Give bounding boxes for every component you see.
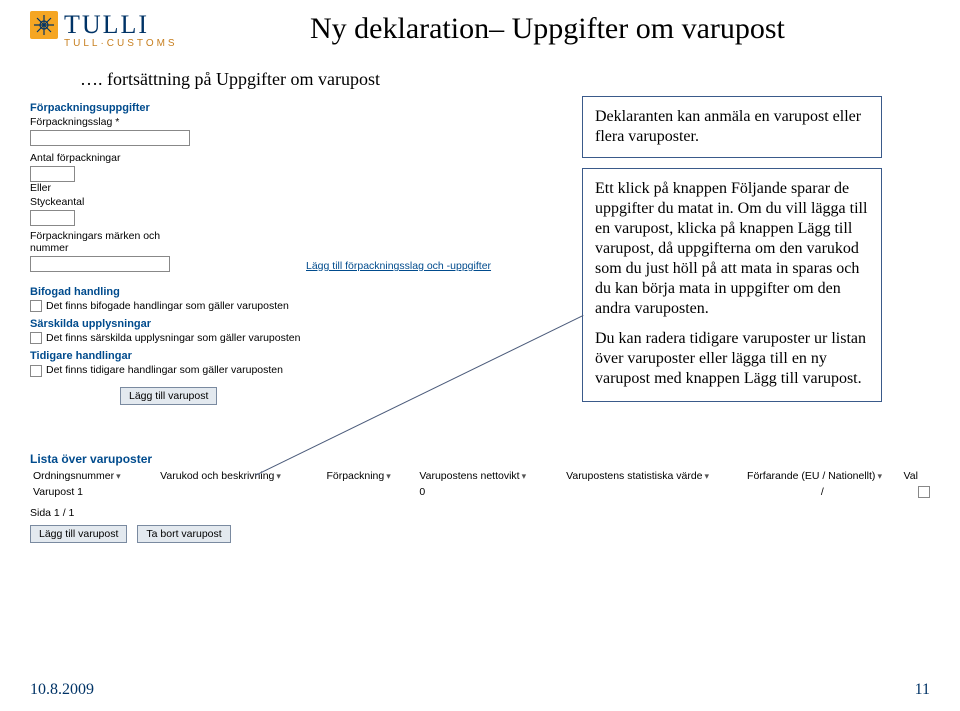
- info-column: Deklaranten kan anmäla en varupost eller…: [582, 96, 882, 412]
- page-indicator: Sida 1 / 1: [30, 507, 74, 519]
- check-bifogad-label: Det finns bifogade handlingar som gäller…: [46, 300, 289, 312]
- cell-forp: [323, 486, 416, 501]
- input-stycke[interactable]: [30, 210, 75, 226]
- cell-netto: 0: [416, 486, 563, 501]
- input-forpackslag[interactable]: [30, 130, 190, 146]
- table-row: Varupost 1 0 /: [30, 486, 930, 501]
- input-marken[interactable]: [30, 256, 170, 272]
- info-box-1: Deklaranten kan anmäla en varupost eller…: [582, 96, 882, 158]
- chevron-down-icon: ▾: [705, 471, 710, 482]
- input-antal[interactable]: [30, 166, 75, 182]
- chevron-down-icon: ▾: [276, 471, 281, 482]
- add-varupost-button[interactable]: Lägg till varupost: [120, 387, 217, 405]
- label-marken: Förpackningars märken och nummer: [30, 230, 180, 254]
- col-stat[interactable]: Varupostens statistiska värde▾: [563, 470, 744, 482]
- chevron-down-icon: ▾: [877, 471, 882, 482]
- label-forpackslag: Förpackningsslag *: [30, 116, 570, 128]
- list-add-button[interactable]: Lägg till varupost: [30, 525, 127, 543]
- col-forp[interactable]: Förpackning▾: [323, 470, 416, 482]
- col-varukod[interactable]: Varukod och beskrivning▾: [157, 470, 323, 482]
- info-box-2-p2: Du kan radera tidigare varuposter ur lis…: [595, 330, 866, 387]
- chevron-down-icon: ▾: [116, 471, 121, 482]
- list-remove-button[interactable]: Ta bort varupost: [137, 525, 230, 543]
- checkbox-sarskilda[interactable]: [30, 332, 42, 344]
- logo-subtitle: TULL·CUSTOMS: [64, 38, 200, 49]
- col-forf[interactable]: Förfarande (EU / Nationellt)▾: [744, 470, 900, 482]
- checkbox-select-row[interactable]: [918, 486, 930, 498]
- section-sarskilda: Särskilda upplysningar: [30, 318, 570, 330]
- check-sarskilda-label: Det finns särskilda upplysningar som gäl…: [46, 332, 300, 344]
- info-box-2: Ett klick på knappen Följande sparar de …: [582, 168, 882, 402]
- continuation-text: …. fortsättning på Uppgifter om varupost: [80, 69, 930, 90]
- check-tidigare-label: Det finns tidigare handlingar som gäller…: [46, 364, 283, 376]
- chevron-down-icon: ▾: [386, 471, 391, 482]
- logo-icon: [30, 11, 58, 39]
- footer-date: 10.8.2009: [30, 681, 94, 699]
- list-title: Lista över varuposter: [30, 452, 930, 466]
- checkbox-tidigare[interactable]: [30, 365, 42, 377]
- cell-ord: Varupost 1: [30, 486, 157, 501]
- link-add-forpack[interactable]: Lägg till förpackningsslag och -uppgifte…: [306, 260, 491, 272]
- col-val: Val: [901, 470, 930, 482]
- tulli-logo: TULLI TULL·CUSTOMS: [30, 10, 200, 49]
- label-antal: Antal förpackningar: [30, 152, 570, 164]
- form-panel: Förpackningsuppgifter Förpackningsslag *…: [30, 96, 570, 405]
- footer-page: 11: [915, 681, 930, 699]
- cell-varukod: [157, 486, 323, 501]
- section-bifogad: Bifogad handling: [30, 286, 570, 298]
- label-eller: Eller: [30, 182, 570, 194]
- cell-forf: /: [744, 486, 901, 501]
- logo-text: TULLI: [64, 10, 149, 40]
- page-title: Ny deklaration– Uppgifter om varupost: [310, 12, 785, 46]
- chevron-down-icon: ▾: [522, 471, 527, 482]
- col-ord[interactable]: Ordningsnummer▾: [30, 470, 157, 482]
- checkbox-bifogad[interactable]: [30, 300, 42, 312]
- info-box-2-p1: Ett klick på knappen Följande sparar de …: [595, 180, 867, 317]
- section-forpack: Förpackningsuppgifter: [30, 102, 570, 114]
- label-stycke: Styckeantal: [30, 196, 570, 208]
- list-section: Lista över varuposter Ordningsnummer▾ Va…: [30, 452, 930, 543]
- cell-stat: [563, 486, 744, 501]
- list-header-row: Ordningsnummer▾ Varukod och beskrivning▾…: [30, 470, 930, 482]
- col-netto[interactable]: Varupostens nettovikt▾: [416, 470, 563, 482]
